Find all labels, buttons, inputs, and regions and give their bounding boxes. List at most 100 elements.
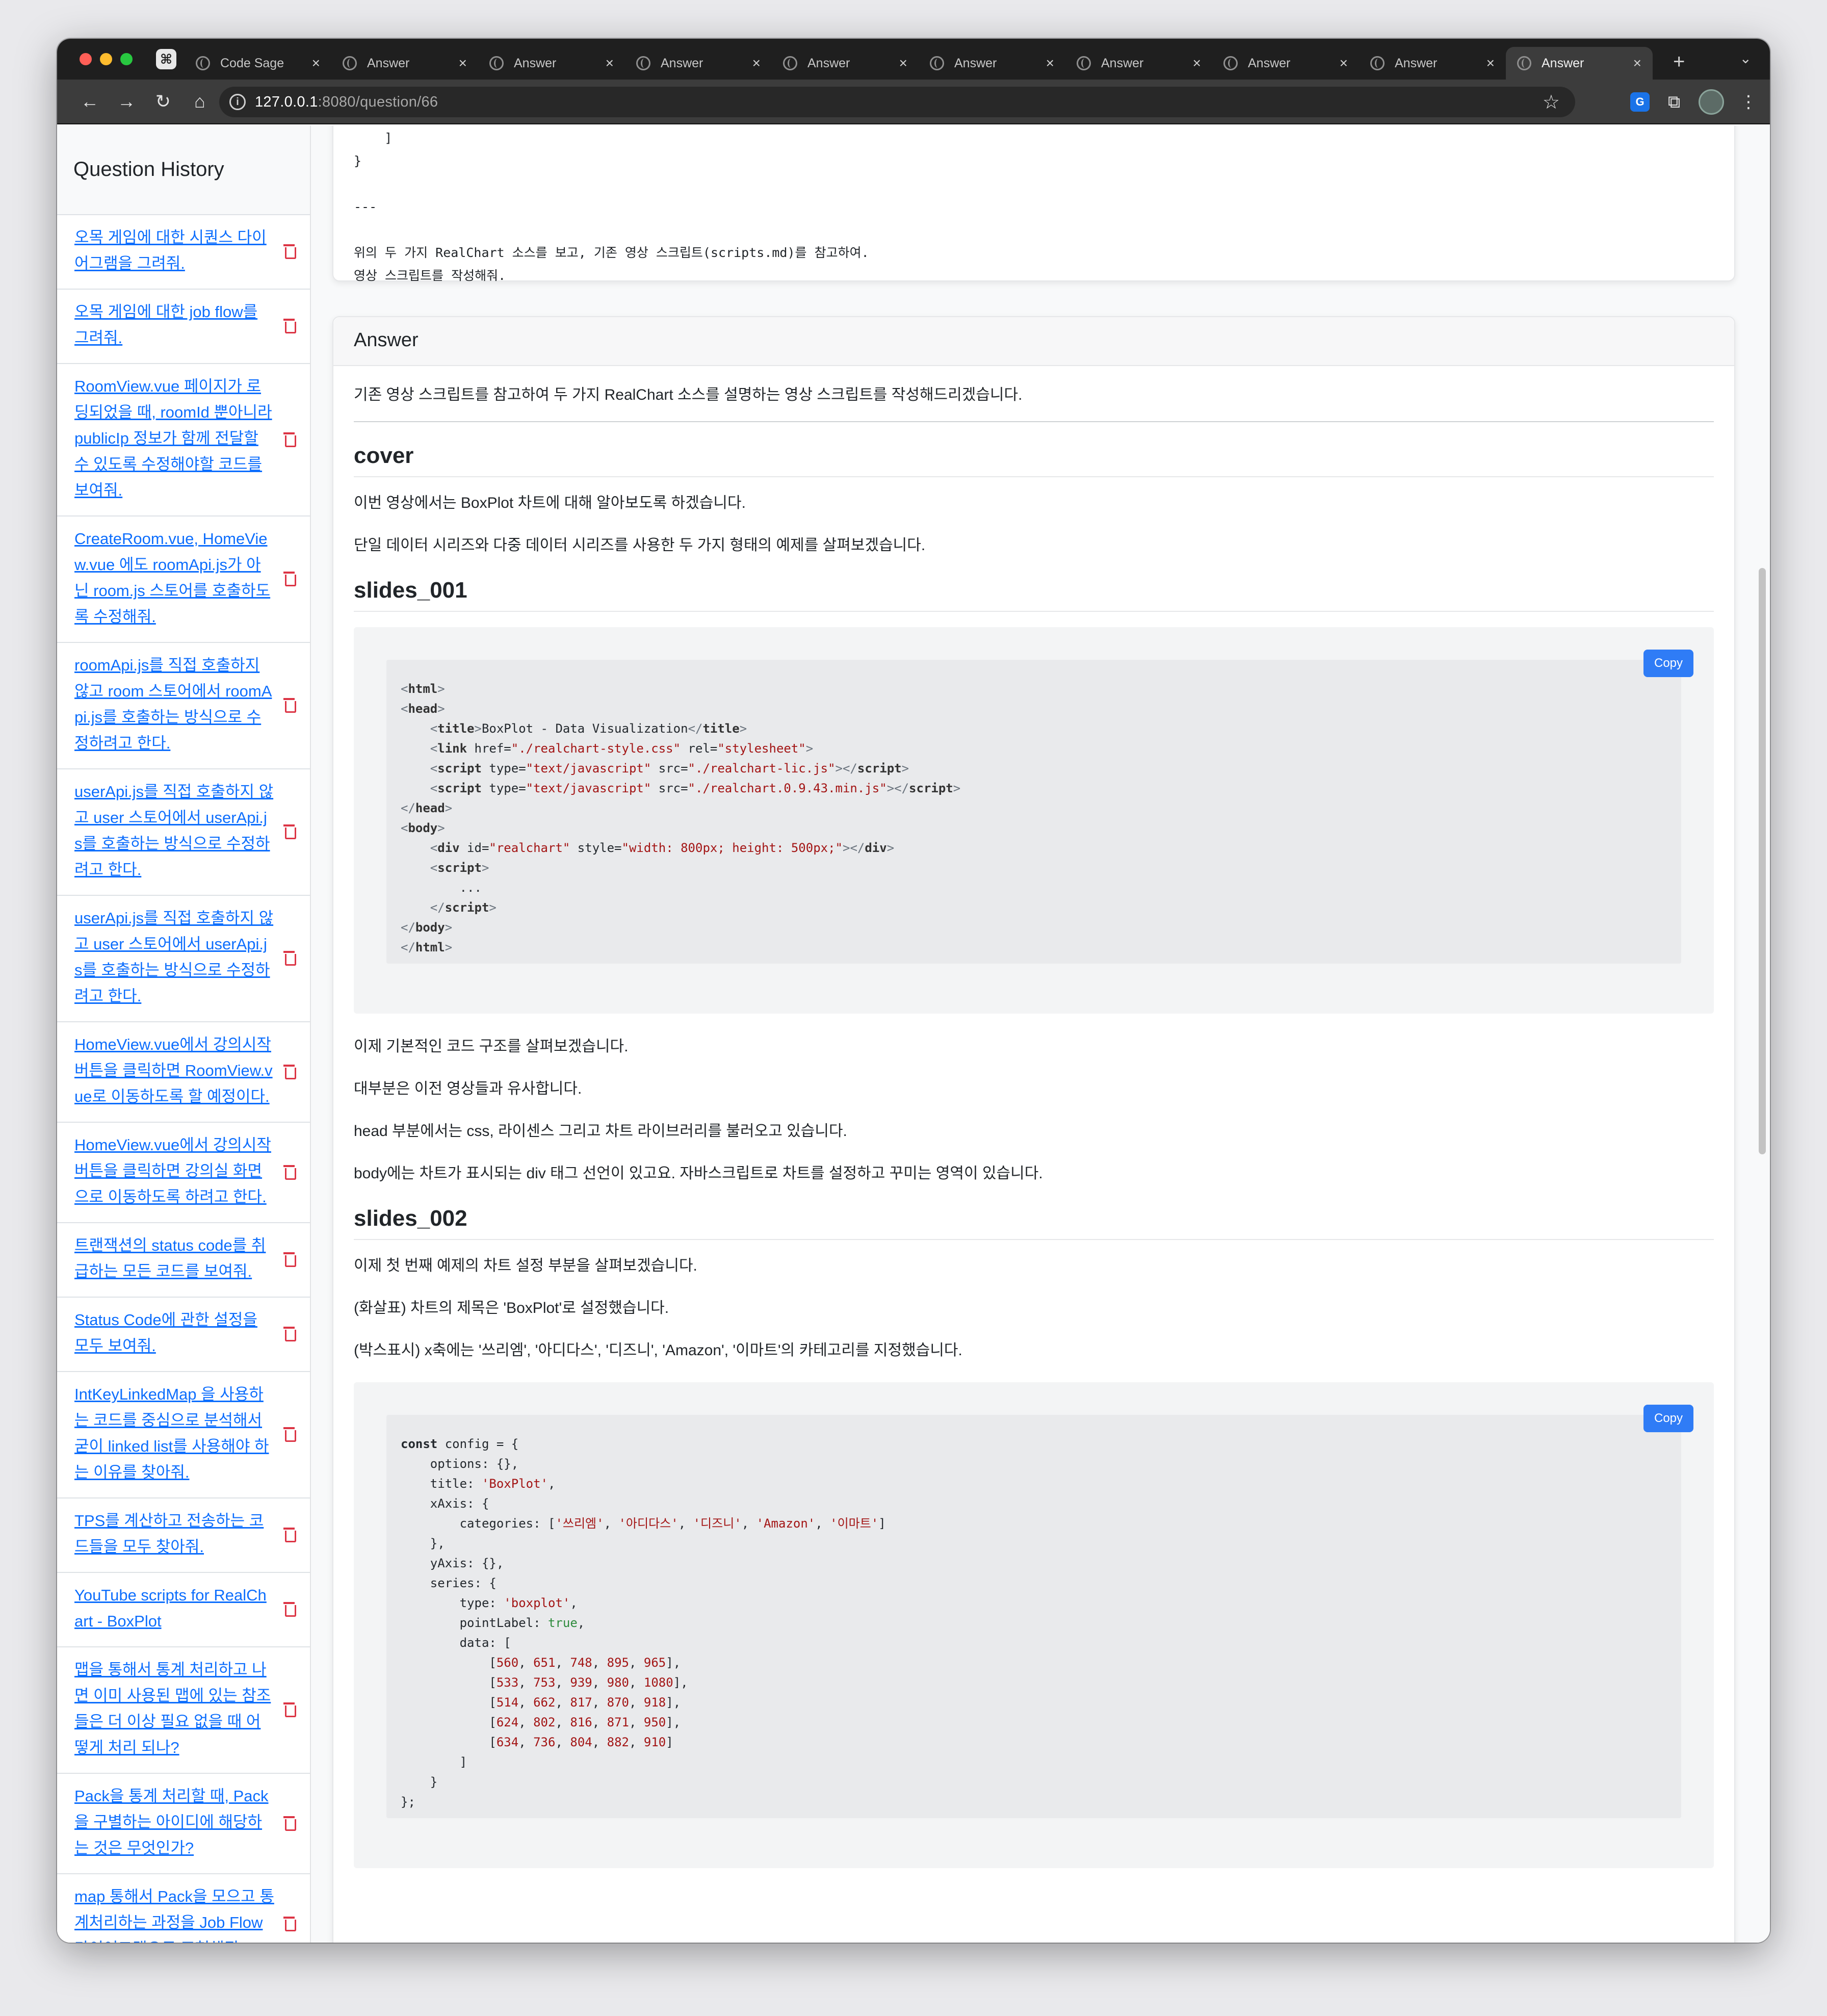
browser-tab[interactable]: Answer × — [772, 47, 919, 80]
history-link[interactable]: Status Code에 관한 설정을 모두 보여줘. — [74, 1307, 274, 1359]
trash-icon[interactable] — [283, 823, 296, 839]
extensions-puzzle-icon[interactable]: ⧉ — [1663, 91, 1685, 113]
question-line — [354, 218, 1714, 241]
history-link[interactable]: 오목 게임에 대한 job flow를 그려줘. — [74, 299, 274, 351]
trash-icon[interactable] — [283, 431, 296, 447]
history-link[interactable]: userApi.js를 직접 호출하지 않고 user 스토어에서 userAp… — [74, 779, 274, 883]
code-line: data: [ — [401, 1633, 1667, 1653]
trash-icon[interactable] — [283, 1701, 296, 1717]
tab-close-icon[interactable]: × — [312, 55, 320, 71]
browser-tab[interactable]: Answer × — [478, 47, 625, 80]
tab-close-icon[interactable]: × — [1486, 55, 1495, 71]
maximize-window-button[interactable] — [120, 53, 133, 65]
code-token: , — [555, 1735, 570, 1749]
tab-close-icon[interactable]: × — [1340, 55, 1348, 71]
forward-arrow-icon[interactable]: → — [108, 91, 145, 112]
trash-icon[interactable] — [283, 1164, 296, 1180]
browser-tab[interactable]: Answer × — [625, 47, 772, 80]
history-link[interactable]: YouTube scripts for RealChart - BoxPlot — [74, 1582, 274, 1634]
browser-tab[interactable]: Answer × — [331, 47, 478, 80]
site-info-icon[interactable]: i — [229, 94, 246, 110]
history-link[interactable]: TPS를 계산하고 전송하는 코드들을 모두 찾아줘. — [74, 1508, 274, 1560]
page-scrollbar[interactable] — [1755, 125, 1770, 1943]
divider — [354, 421, 1714, 422]
back-arrow-icon[interactable]: ← — [71, 91, 108, 112]
history-link[interactable]: userApi.js를 직접 호출하지 않고 user 스토어에서 userAp… — [74, 905, 274, 1009]
address-bar[interactable]: i 127.0.0.1:8080/question/66 ☆ — [219, 87, 1575, 117]
tab-close-icon[interactable]: × — [1046, 55, 1054, 71]
trash-icon[interactable] — [283, 571, 296, 586]
trash-icon[interactable] — [283, 1815, 296, 1831]
code-line: yAxis: {}, — [401, 1554, 1667, 1573]
code-token: config = { — [437, 1437, 519, 1451]
history-item: TPS를 계산하고 전송하는 코드들을 모두 찾아줘. — [57, 1498, 310, 1573]
copy-button[interactable]: Copy — [1643, 1405, 1693, 1432]
reload-icon[interactable]: ↻ — [145, 91, 181, 112]
trash-icon[interactable] — [283, 1064, 296, 1079]
history-link[interactable]: roomApi.js를 직접 호출하지 않고 room 스토어에서 roomAp… — [74, 652, 274, 756]
slides-001-heading: slides_001 — [354, 577, 1714, 612]
scrollbar-thumb[interactable] — [1759, 568, 1766, 1154]
url-text[interactable]: 127.0.0.1:8080/question/66 — [255, 94, 438, 111]
history-link[interactable]: HomeView.vue에서 강의시작 버튼을 클릭하면 RoomView.vu… — [74, 1031, 274, 1109]
code-token: 980 — [607, 1675, 629, 1690]
trash-icon[interactable] — [283, 1251, 296, 1267]
code-token: ], — [666, 1715, 681, 1729]
browser-tab[interactable]: Answer × — [1506, 47, 1653, 80]
code-token: BoxPlot - Data Visualization — [481, 721, 688, 736]
more-menu-icon[interactable]: ⋮ — [1737, 91, 1760, 113]
trash-icon[interactable] — [283, 1916, 296, 1931]
code-token: , — [592, 1675, 607, 1690]
browser-tab[interactable]: Answer × — [1359, 47, 1506, 80]
code-config[interactable]: const config = { options: {}, title: 'Bo… — [386, 1415, 1681, 1818]
tab-close-icon[interactable]: × — [1193, 55, 1201, 71]
code-token: 634 — [496, 1735, 519, 1749]
history-link[interactable]: Pack을 통계 처리할 때, Pack을 구별하는 아이디에 해당하는 것은 … — [74, 1783, 274, 1861]
browser-tab[interactable]: Code Sage × — [185, 47, 331, 80]
trash-icon[interactable] — [283, 243, 296, 259]
history-link[interactable]: CreateRoom.vue, HomeView.vue 에도 roomApi.… — [74, 526, 274, 630]
tab-close-icon[interactable]: × — [1633, 55, 1641, 71]
trash-icon[interactable] — [283, 950, 296, 966]
history-link[interactable]: RoomView.vue 페이지가 로딩되었을 때, roomId 뿐아니라 p… — [74, 373, 274, 503]
tab-close-icon[interactable]: × — [606, 55, 614, 71]
browser-tab[interactable]: Answer × — [1212, 47, 1359, 80]
history-link[interactable]: 오목 게임에 대한 시퀀스 다이어그램을 그려줘. — [74, 224, 274, 276]
profile-avatar[interactable] — [1699, 89, 1724, 115]
trash-icon[interactable] — [283, 1601, 296, 1617]
tab-search-icon[interactable]: ⌘ — [156, 49, 176, 69]
trash-icon[interactable] — [283, 1426, 296, 1442]
code-line: <script type="text/javascript" src="./re… — [401, 779, 1667, 798]
code-html[interactable]: <html> <head> <title>BoxPlot - Data Visua… — [386, 660, 1681, 964]
globe-icon — [1517, 56, 1531, 70]
question-line: --- — [354, 199, 377, 214]
new-tab-plus-icon[interactable]: + — [1673, 50, 1685, 73]
history-link[interactable]: HomeView.vue에서 강의시작 버튼을 클릭하면 강의실 화면으로 이동… — [74, 1132, 274, 1210]
code-line: series: { — [401, 1573, 1667, 1593]
code-token: [ — [401, 1715, 497, 1729]
browser-tab[interactable]: Answer × — [1065, 47, 1212, 80]
history-link[interactable]: map 통해서 Pack을 모으고 통계처리하는 과정을 Job Flow 다이… — [74, 1883, 274, 1943]
trash-icon[interactable] — [283, 697, 296, 713]
home-icon[interactable]: ⌂ — [181, 91, 218, 112]
close-window-button[interactable] — [80, 53, 92, 65]
code-token: , — [629, 1656, 644, 1670]
trash-icon[interactable] — [283, 1527, 296, 1542]
browser-tab[interactable]: Answer × — [919, 47, 1065, 80]
translate-icon[interactable]: G — [1630, 92, 1650, 112]
tab-close-icon[interactable]: × — [899, 55, 907, 71]
code-token: src= — [651, 761, 688, 776]
code-block-config: Copy const config = { options: {}, title… — [354, 1382, 1714, 1868]
history-link[interactable]: 트랜잭션의 status code를 취급하는 모든 코드를 보여줘. — [74, 1232, 274, 1284]
copy-button[interactable]: Copy — [1643, 650, 1693, 677]
tab-list-chevron-icon[interactable]: ⌄ — [1740, 50, 1752, 67]
bookmark-star-icon[interactable]: ☆ — [1543, 91, 1560, 114]
history-link[interactable]: 맵을 통해서 통계 처리하고 나면 이미 사용된 맵에 있는 참조들은 더 이상… — [74, 1657, 274, 1761]
tab-close-icon[interactable]: × — [752, 55, 761, 71]
minimize-window-button[interactable] — [100, 53, 112, 65]
trash-icon[interactable] — [283, 318, 296, 333]
history-link[interactable]: IntKeyLinkedMap 을 사용하는 코드를 중심으로 분석해서 굳이 … — [74, 1381, 274, 1485]
trash-icon[interactable] — [283, 1326, 296, 1341]
tab-close-icon[interactable]: × — [459, 55, 467, 71]
